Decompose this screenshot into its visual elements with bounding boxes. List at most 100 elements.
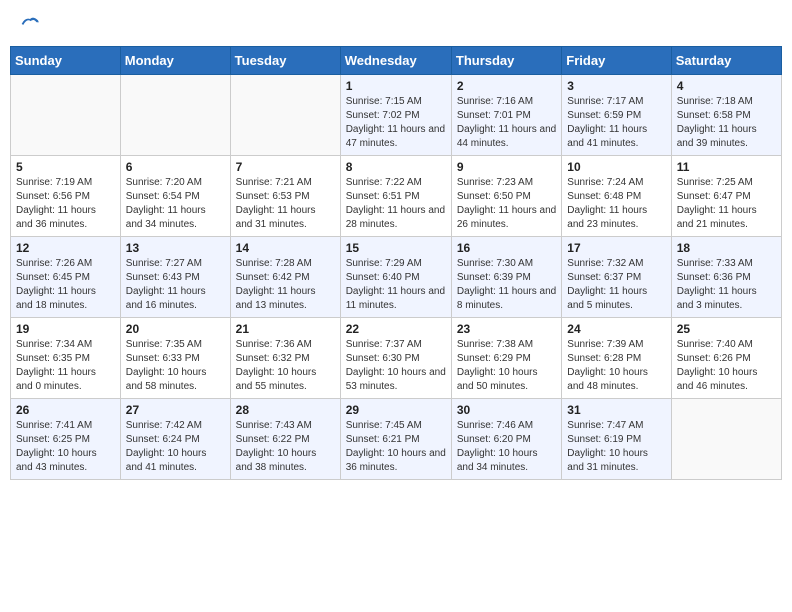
day-number: 19 bbox=[16, 322, 115, 336]
calendar-week-row: 5 Sunrise: 7:19 AM Sunset: 6:56 PM Daylig… bbox=[11, 156, 782, 237]
day-info: Sunrise: 7:46 AM Sunset: 6:20 PM Dayligh… bbox=[457, 419, 556, 475]
day-info: Sunrise: 7:21 AM Sunset: 6:53 PM Dayligh… bbox=[236, 176, 335, 232]
calendar-cell: 25Sunrise: 7:40 AM Sunset: 6:26 PM Dayli… bbox=[671, 318, 781, 399]
calendar-cell: 23 Sunrise: 7:38 AM Sunset: 6:29 PM Dayli… bbox=[451, 318, 561, 399]
calendar-cell: 2Sunrise: 7:16 AM Sunset: 7:01 PM Daylig… bbox=[451, 75, 561, 156]
day-info: Sunrise: 7:37 AM Sunset: 6:30 PM Dayligh… bbox=[346, 338, 446, 394]
day-number: 28 bbox=[236, 403, 335, 417]
calendar-cell bbox=[120, 75, 230, 156]
day-info: Sunrise: 7:43 AM Sunset: 6:22 PM Dayligh… bbox=[236, 419, 335, 475]
calendar-cell: 8 Sunrise: 7:22 AM Sunset: 6:51 PM Daylig… bbox=[340, 156, 451, 237]
calendar-table: SundayMondayTuesdayWednesdayThursdayFrid… bbox=[10, 46, 782, 480]
calendar-cell: 14 Sunrise: 7:28 AM Sunset: 6:42 PM Dayli… bbox=[230, 237, 340, 318]
day-number: 15 bbox=[346, 241, 446, 255]
day-number: 14 bbox=[236, 241, 335, 255]
day-number: 8 bbox=[346, 160, 446, 174]
day-number: 24 bbox=[567, 322, 665, 336]
day-number: 1 bbox=[346, 79, 446, 93]
day-of-week-header: Saturday bbox=[671, 47, 781, 75]
day-of-week-header: Friday bbox=[562, 47, 671, 75]
day-number: 27 bbox=[126, 403, 225, 417]
logo bbox=[18, 14, 40, 34]
day-number: 29 bbox=[346, 403, 446, 417]
day-info: Sunrise: 7:41 AM Sunset: 6:25 PM Dayligh… bbox=[16, 419, 115, 475]
calendar-week-row: 26Sunrise: 7:41 AM Sunset: 6:25 PM Dayli… bbox=[11, 399, 782, 480]
calendar-cell: 27 Sunrise: 7:42 AM Sunset: 6:24 PM Dayli… bbox=[120, 399, 230, 480]
day-number: 3 bbox=[567, 79, 665, 93]
day-info: Sunrise: 7:17 AM Sunset: 6:59 PM Dayligh… bbox=[567, 95, 665, 151]
day-number: 6 bbox=[126, 160, 225, 174]
calendar-cell: 31 Sunrise: 7:47 AM Sunset: 6:19 PM Dayli… bbox=[562, 399, 671, 480]
day-of-week-header: Tuesday bbox=[230, 47, 340, 75]
day-info: Sunrise: 7:33 AM Sunset: 6:36 PM Dayligh… bbox=[677, 257, 776, 313]
calendar-header-row: SundayMondayTuesdayWednesdayThursdayFrid… bbox=[11, 47, 782, 75]
calendar-cell: 20 Sunrise: 7:35 AM Sunset: 6:33 PM Dayli… bbox=[120, 318, 230, 399]
calendar-cell: 16 Sunrise: 7:30 AM Sunset: 6:39 PM Dayli… bbox=[451, 237, 561, 318]
day-info: Sunrise: 7:29 AM Sunset: 6:40 PM Dayligh… bbox=[346, 257, 446, 313]
day-info: Sunrise: 7:32 AM Sunset: 6:37 PM Dayligh… bbox=[567, 257, 665, 313]
day-info: Sunrise: 7:38 AM Sunset: 6:29 PM Dayligh… bbox=[457, 338, 556, 394]
calendar-cell: 29 Sunrise: 7:45 AM Sunset: 6:21 PM Dayli… bbox=[340, 399, 451, 480]
calendar-cell: 5 Sunrise: 7:19 AM Sunset: 6:56 PM Daylig… bbox=[11, 156, 121, 237]
day-info: Sunrise: 7:45 AM Sunset: 6:21 PM Dayligh… bbox=[346, 419, 446, 475]
calendar-cell: 4Sunrise: 7:18 AM Sunset: 6:58 PM Daylig… bbox=[671, 75, 781, 156]
day-info: Sunrise: 7:22 AM Sunset: 6:51 PM Dayligh… bbox=[346, 176, 446, 232]
day-info: Sunrise: 7:42 AM Sunset: 6:24 PM Dayligh… bbox=[126, 419, 225, 475]
day-info: Sunrise: 7:16 AM Sunset: 7:01 PM Dayligh… bbox=[457, 95, 556, 151]
day-number: 10 bbox=[567, 160, 665, 174]
calendar-cell: 13 Sunrise: 7:27 AM Sunset: 6:43 PM Dayli… bbox=[120, 237, 230, 318]
calendar-cell: 10 Sunrise: 7:24 AM Sunset: 6:48 PM Dayli… bbox=[562, 156, 671, 237]
calendar-cell bbox=[11, 75, 121, 156]
day-number: 12 bbox=[16, 241, 115, 255]
day-number: 20 bbox=[126, 322, 225, 336]
calendar-cell: 6 Sunrise: 7:20 AM Sunset: 6:54 PM Daylig… bbox=[120, 156, 230, 237]
calendar-cell: 18Sunrise: 7:33 AM Sunset: 6:36 PM Dayli… bbox=[671, 237, 781, 318]
day-number: 31 bbox=[567, 403, 665, 417]
day-info: Sunrise: 7:36 AM Sunset: 6:32 PM Dayligh… bbox=[236, 338, 335, 394]
day-info: Sunrise: 7:23 AM Sunset: 6:50 PM Dayligh… bbox=[457, 176, 556, 232]
day-number: 16 bbox=[457, 241, 556, 255]
calendar-cell: 7 Sunrise: 7:21 AM Sunset: 6:53 PM Daylig… bbox=[230, 156, 340, 237]
calendar-cell: 1Sunrise: 7:15 AM Sunset: 7:02 PM Daylig… bbox=[340, 75, 451, 156]
calendar-cell bbox=[230, 75, 340, 156]
day-number: 7 bbox=[236, 160, 335, 174]
calendar-cell bbox=[671, 399, 781, 480]
day-number: 9 bbox=[457, 160, 556, 174]
day-number: 11 bbox=[677, 160, 776, 174]
day-info: Sunrise: 7:39 AM Sunset: 6:28 PM Dayligh… bbox=[567, 338, 665, 394]
day-number: 13 bbox=[126, 241, 225, 255]
calendar-cell: 9 Sunrise: 7:23 AM Sunset: 6:50 PM Daylig… bbox=[451, 156, 561, 237]
page-header bbox=[10, 10, 782, 38]
day-info: Sunrise: 7:35 AM Sunset: 6:33 PM Dayligh… bbox=[126, 338, 225, 394]
day-number: 21 bbox=[236, 322, 335, 336]
day-info: Sunrise: 7:26 AM Sunset: 6:45 PM Dayligh… bbox=[16, 257, 115, 313]
logo-icon bbox=[20, 14, 40, 34]
calendar-cell: 30Sunrise: 7:46 AM Sunset: 6:20 PM Dayli… bbox=[451, 399, 561, 480]
calendar-cell: 15 Sunrise: 7:29 AM Sunset: 6:40 PM Dayli… bbox=[340, 237, 451, 318]
day-of-week-header: Wednesday bbox=[340, 47, 451, 75]
day-info: Sunrise: 7:30 AM Sunset: 6:39 PM Dayligh… bbox=[457, 257, 556, 313]
calendar-cell: 24 Sunrise: 7:39 AM Sunset: 6:28 PM Dayli… bbox=[562, 318, 671, 399]
day-of-week-header: Thursday bbox=[451, 47, 561, 75]
calendar-cell: 21 Sunrise: 7:36 AM Sunset: 6:32 PM Dayli… bbox=[230, 318, 340, 399]
day-info: Sunrise: 7:34 AM Sunset: 6:35 PM Dayligh… bbox=[16, 338, 115, 394]
day-info: Sunrise: 7:24 AM Sunset: 6:48 PM Dayligh… bbox=[567, 176, 665, 232]
day-info: Sunrise: 7:47 AM Sunset: 6:19 PM Dayligh… bbox=[567, 419, 665, 475]
day-info: Sunrise: 7:28 AM Sunset: 6:42 PM Dayligh… bbox=[236, 257, 335, 313]
calendar-cell: 17Sunrise: 7:32 AM Sunset: 6:37 PM Dayli… bbox=[562, 237, 671, 318]
day-info: Sunrise: 7:40 AM Sunset: 6:26 PM Dayligh… bbox=[677, 338, 776, 394]
day-number: 5 bbox=[16, 160, 115, 174]
day-info: Sunrise: 7:25 AM Sunset: 6:47 PM Dayligh… bbox=[677, 176, 776, 232]
calendar-week-row: 19 Sunrise: 7:34 AM Sunset: 6:35 PM Dayli… bbox=[11, 318, 782, 399]
day-info: Sunrise: 7:27 AM Sunset: 6:43 PM Dayligh… bbox=[126, 257, 225, 313]
day-info: Sunrise: 7:19 AM Sunset: 6:56 PM Dayligh… bbox=[16, 176, 115, 232]
day-of-week-header: Monday bbox=[120, 47, 230, 75]
day-info: Sunrise: 7:20 AM Sunset: 6:54 PM Dayligh… bbox=[126, 176, 225, 232]
day-number: 22 bbox=[346, 322, 446, 336]
calendar-cell: 12 Sunrise: 7:26 AM Sunset: 6:45 PM Dayli… bbox=[11, 237, 121, 318]
calendar-cell: 19 Sunrise: 7:34 AM Sunset: 6:35 PM Dayli… bbox=[11, 318, 121, 399]
day-info: Sunrise: 7:18 AM Sunset: 6:58 PM Dayligh… bbox=[677, 95, 776, 151]
day-of-week-header: Sunday bbox=[11, 47, 121, 75]
calendar-cell: 3 Sunrise: 7:17 AM Sunset: 6:59 PM Daylig… bbox=[562, 75, 671, 156]
day-number: 23 bbox=[457, 322, 556, 336]
